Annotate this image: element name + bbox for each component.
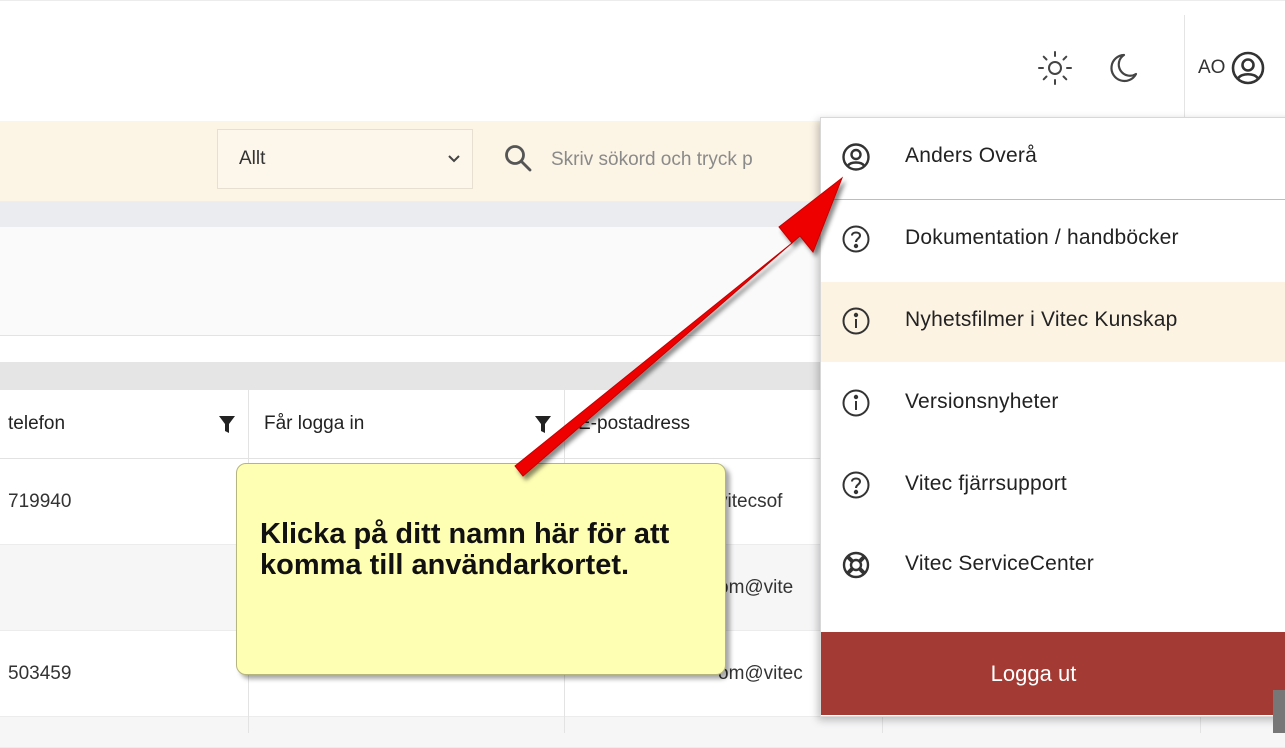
sun-icon[interactable] bbox=[1037, 50, 1073, 86]
content-panel bbox=[0, 227, 830, 336]
search-input[interactable] bbox=[551, 145, 819, 175]
user-circle-icon bbox=[842, 143, 870, 171]
menu-item-profile[interactable]: Anders Overå bbox=[821, 118, 1285, 198]
info-circle-icon bbox=[842, 389, 870, 417]
menu-item-remote-support[interactable]: Vitec fjärrsupport bbox=[821, 446, 1285, 526]
toolbar-strip bbox=[0, 202, 830, 227]
menu-item-version-news[interactable]: Versionsnyheter bbox=[821, 364, 1285, 444]
column-header-phone[interactable]: telefon bbox=[8, 390, 248, 458]
annotation-callout: Klicka på ditt namn här för att komma ti… bbox=[236, 463, 732, 681]
user-menu-button[interactable]: AO bbox=[1198, 50, 1266, 86]
user-circle-icon bbox=[1232, 51, 1265, 85]
info-circle-icon bbox=[842, 307, 870, 335]
callout-text: Klicka på ditt namn här för att komma ti… bbox=[260, 518, 670, 581]
logout-button[interactable]: Logga ut bbox=[821, 632, 1285, 715]
menu-item-documentation[interactable]: Dokumentation / handböcker bbox=[821, 200, 1285, 280]
help-circle-icon bbox=[842, 225, 870, 253]
scope-select-value: Allt bbox=[239, 148, 266, 169]
filter-icon[interactable] bbox=[535, 416, 551, 434]
menu-item-news-videos[interactable]: Nyhetsfilmer i Vitec Kunskap bbox=[821, 282, 1285, 362]
search-icon bbox=[505, 145, 532, 172]
filter-icon[interactable] bbox=[219, 416, 235, 434]
help-circle-icon bbox=[842, 471, 870, 499]
moon-icon[interactable] bbox=[1104, 50, 1140, 86]
phone-cell: 719940 bbox=[8, 491, 72, 512]
lifebuoy-icon bbox=[842, 551, 870, 579]
chevron-down-icon bbox=[448, 155, 460, 163]
phone-cell: 503459 bbox=[8, 663, 72, 684]
scrollbar[interactable] bbox=[1273, 690, 1285, 733]
user-dropdown-menu: Anders Overå Dokumentation / handböcker … bbox=[820, 117, 1285, 717]
top-bar bbox=[0, 0, 1285, 122]
column-header-email[interactable]: E-postadress bbox=[578, 390, 818, 458]
scope-select[interactable]: Allt bbox=[217, 129, 473, 189]
user-initials: AO bbox=[1198, 57, 1226, 78]
topbar-divider bbox=[1184, 15, 1185, 121]
column-header-login[interactable]: Får logga in bbox=[264, 390, 554, 458]
table-toolbar-strip bbox=[0, 362, 830, 390]
menu-item-service-center[interactable]: Vitec ServiceCenter bbox=[821, 526, 1285, 606]
